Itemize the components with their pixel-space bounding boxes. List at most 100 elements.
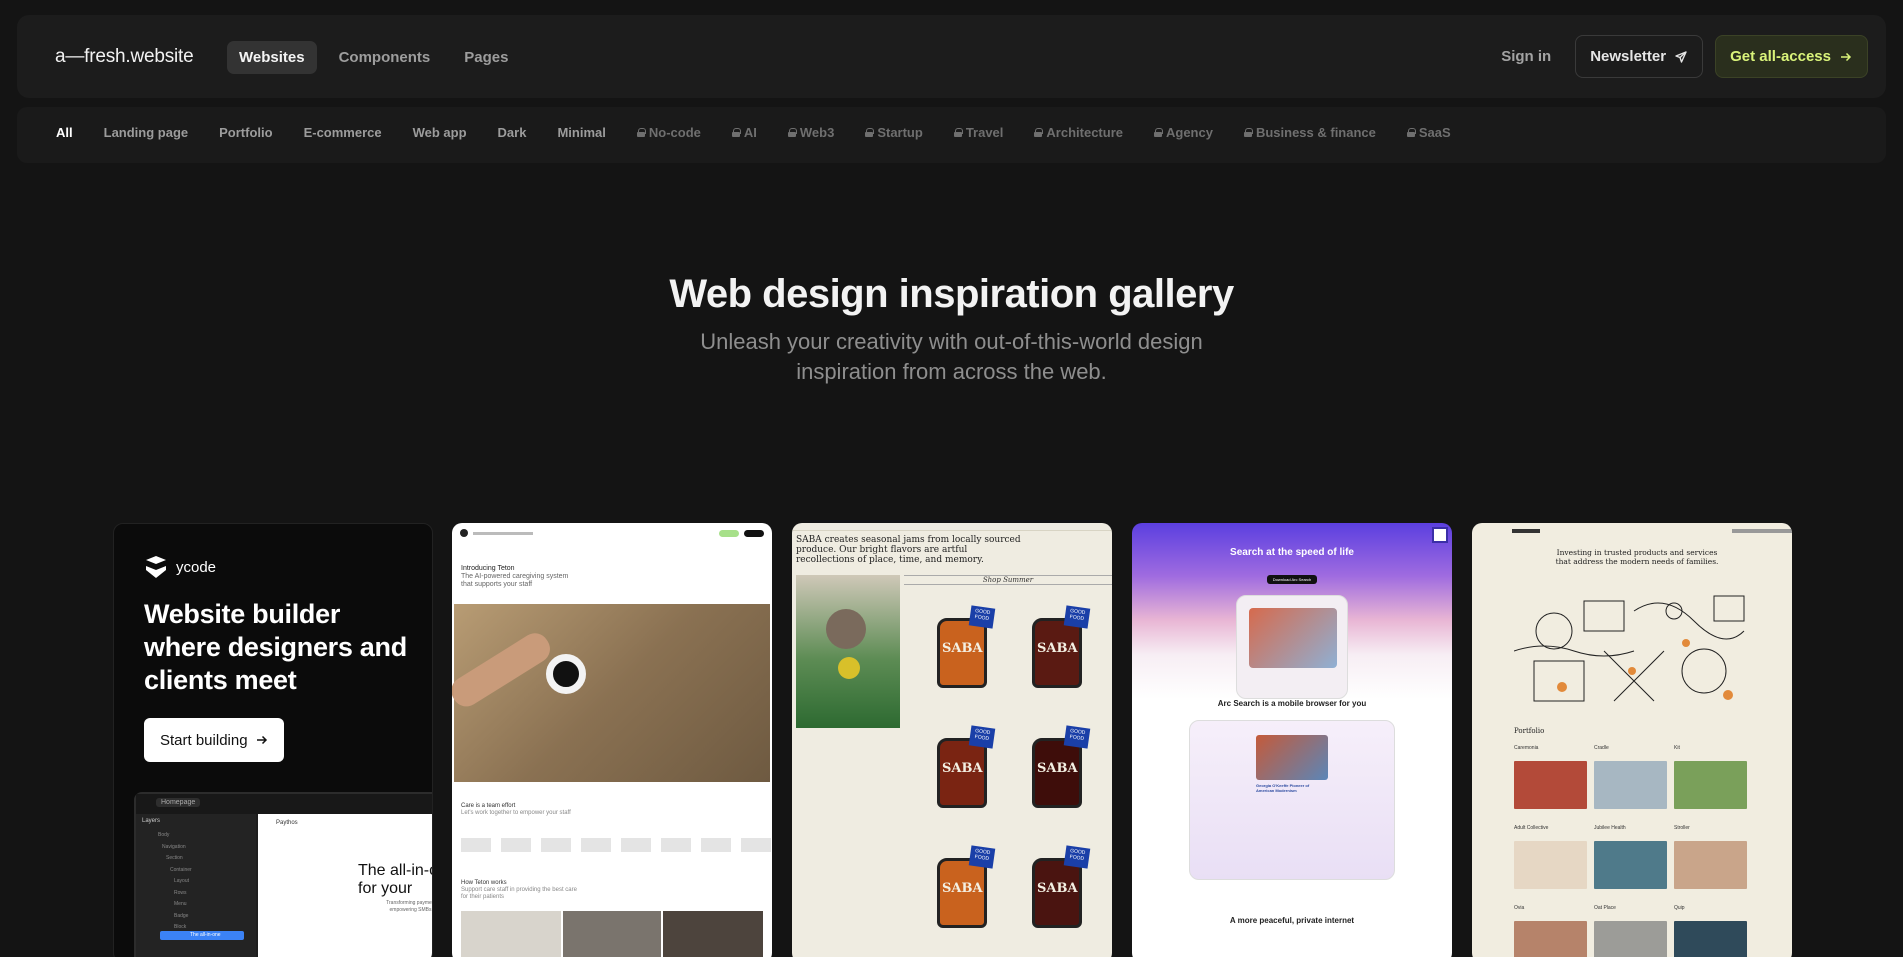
partner-logo bbox=[661, 838, 691, 852]
start-building-button[interactable]: Start building bbox=[144, 718, 284, 762]
filter-architecture[interactable]: Architecture bbox=[1034, 125, 1123, 140]
blackbox-nav-links bbox=[1732, 529, 1792, 533]
filter-web-app[interactable]: Web app bbox=[413, 125, 467, 140]
portfolio-item-label: Stroller bbox=[1674, 825, 1690, 831]
arc-result-image bbox=[1249, 608, 1337, 668]
jam-jar: SABA GOOD FOOD bbox=[1032, 725, 1091, 808]
partner-logo bbox=[541, 838, 571, 852]
selected-layer: The all-in-one bbox=[160, 931, 244, 940]
portfolio-item-label: Oat Place bbox=[1594, 905, 1616, 911]
partner-logo bbox=[501, 838, 531, 852]
filter-ai[interactable]: AI bbox=[731, 125, 757, 140]
filter-label: Architecture bbox=[1046, 125, 1123, 140]
arc-phone-preview bbox=[1236, 595, 1348, 699]
filter-minimal[interactable]: Minimal bbox=[557, 125, 605, 140]
sign-in-link[interactable]: Sign in bbox=[1489, 48, 1563, 65]
jar-label: SABA bbox=[942, 881, 983, 896]
layer-item: Navigation bbox=[162, 843, 186, 850]
brand-logo[interactable]: a—fresh.website bbox=[55, 46, 194, 68]
teton-section-how-sub: Support care staff in providing the best… bbox=[461, 887, 577, 900]
jam-jar: SABA GOOD FOOD bbox=[937, 845, 996, 928]
filter-agency[interactable]: Agency bbox=[1153, 125, 1213, 140]
lock-icon bbox=[787, 128, 797, 137]
filter-label: Landing page bbox=[103, 125, 189, 140]
filter-label: Web app bbox=[412, 125, 467, 140]
header-actions: Sign in Newsletter Get all-access bbox=[1489, 35, 1868, 78]
arc-result-title: Georgia O'Keeffe Pioneer of American Mod… bbox=[1256, 783, 1310, 793]
filter-startup[interactable]: Startup bbox=[865, 125, 923, 140]
filter-e-commerce[interactable]: E-commerce bbox=[304, 125, 382, 140]
filter-portfolio[interactable]: Portfolio bbox=[219, 125, 272, 140]
portfolio-heading: Portfolio bbox=[1514, 727, 1545, 735]
shop-summer-label: Shop Summer bbox=[904, 575, 1112, 585]
filter-label: SaaS bbox=[1418, 125, 1451, 140]
teton-nav-links bbox=[473, 531, 533, 535]
canvas-brand: Paythos bbox=[276, 820, 298, 826]
partner-logo bbox=[741, 838, 771, 852]
layer-item: Badge bbox=[174, 912, 189, 919]
filter-business-finance[interactable]: Business & finance bbox=[1243, 125, 1376, 140]
teton-headline-sub: The AI-powered caregiving system that su… bbox=[461, 573, 569, 588]
teton-section-care-sub: Let's work together to empower your staf… bbox=[461, 810, 571, 816]
filter-label: Portfolio bbox=[219, 125, 273, 140]
filter-landing-page[interactable]: Landing page bbox=[104, 125, 189, 140]
layers-list: Body Navigation Section Container Layout Rows… bbox=[158, 830, 192, 934]
teton-section-care: Care is a team effort Let's work togethe… bbox=[461, 803, 581, 817]
jam-jar: SABA GOOD FOOD bbox=[937, 725, 996, 808]
filter-no-code[interactable]: No-code bbox=[636, 125, 701, 140]
website-card-ycode[interactable]: ycode Website builder where designers an… bbox=[113, 523, 433, 957]
portfolio-thumbnail bbox=[1514, 761, 1587, 809]
layers-label: Layers bbox=[142, 818, 161, 824]
filter-dark[interactable]: Dark bbox=[498, 125, 527, 140]
blackbox-line-illustration bbox=[1514, 591, 1750, 711]
canvas-headline: The all-in-one for your bbox=[358, 862, 432, 897]
jar-label: SABA bbox=[1037, 881, 1078, 896]
layer-item: Section bbox=[166, 855, 183, 861]
filter-travel[interactable]: Travel bbox=[953, 125, 1003, 140]
portfolio-item-label: Caremonia bbox=[1514, 745, 1539, 751]
layer-item: Menu bbox=[174, 901, 187, 907]
nav-components[interactable]: Components bbox=[327, 41, 443, 74]
page-title: Web design inspiration gallery bbox=[669, 272, 1234, 316]
teton-section-how: How Teton works Support care staff in pr… bbox=[461, 880, 581, 901]
lock-icon bbox=[1243, 128, 1253, 137]
ycode-logo: ycode bbox=[144, 556, 216, 578]
blackbox-headline: Investing in trusted products and servic… bbox=[1555, 548, 1719, 566]
website-card-arc-search[interactable]: Search at the speed of life Download Arc… bbox=[1132, 523, 1452, 957]
layers-panel: Layers Body Navigation Section Container Lay… bbox=[136, 814, 256, 957]
good-food-badge: GOOD FOOD bbox=[1063, 845, 1091, 869]
filter-label: Business & finance bbox=[1255, 125, 1376, 140]
lock-icon bbox=[953, 128, 963, 137]
arrow-right-icon bbox=[1839, 50, 1853, 64]
ycode-logo-icon bbox=[146, 556, 166, 578]
saba-headline: SABA creates seasonal jams from locally … bbox=[796, 535, 1021, 565]
get-all-access-button[interactable]: Get all-access bbox=[1715, 35, 1868, 78]
ycode-logo-text: ycode bbox=[176, 558, 217, 576]
website-card-saba[interactable]: SABA creates seasonal jams from locally … bbox=[792, 523, 1112, 957]
portfolio-thumbnail bbox=[1594, 841, 1667, 889]
filter-label: All bbox=[56, 125, 73, 140]
filter-saas[interactable]: SaaS bbox=[1406, 125, 1451, 140]
website-card-teton[interactable]: Introducing Teton The AI-powered caregiv… bbox=[452, 523, 772, 957]
teton-logo-icon bbox=[460, 529, 468, 537]
get-all-access-label: Get all-access bbox=[1730, 48, 1831, 65]
arc-mid-heading: Arc Search is a mobile browser for you bbox=[1217, 699, 1367, 708]
jar-label: SABA bbox=[1037, 761, 1078, 776]
saba-nav bbox=[792, 523, 1112, 531]
website-card-blackbox[interactable]: Investing in trusted products and servic… bbox=[1472, 523, 1792, 957]
filter-all[interactable]: All bbox=[56, 125, 73, 140]
arc-footer-heading: A more peaceful, private internet bbox=[1229, 916, 1355, 925]
blackbox-nav bbox=[1512, 529, 1792, 535]
teton-hero-image bbox=[452, 604, 770, 782]
portfolio-item-label: Adult Collective bbox=[1514, 825, 1549, 831]
saba-chef-photo bbox=[796, 575, 900, 728]
good-food-badge: GOOD FOOD bbox=[1063, 725, 1091, 749]
partner-logo bbox=[621, 838, 651, 852]
nav-pages[interactable]: Pages bbox=[452, 41, 520, 74]
teton-photo bbox=[663, 911, 763, 957]
nav-websites[interactable]: Websites bbox=[227, 41, 317, 74]
newsletter-button[interactable]: Newsletter bbox=[1575, 35, 1704, 78]
filter-web3[interactable]: Web3 bbox=[787, 125, 834, 140]
person-illustration bbox=[826, 609, 866, 649]
builder-canvas: Paythos The all-in-one for your Transfor… bbox=[258, 814, 432, 957]
